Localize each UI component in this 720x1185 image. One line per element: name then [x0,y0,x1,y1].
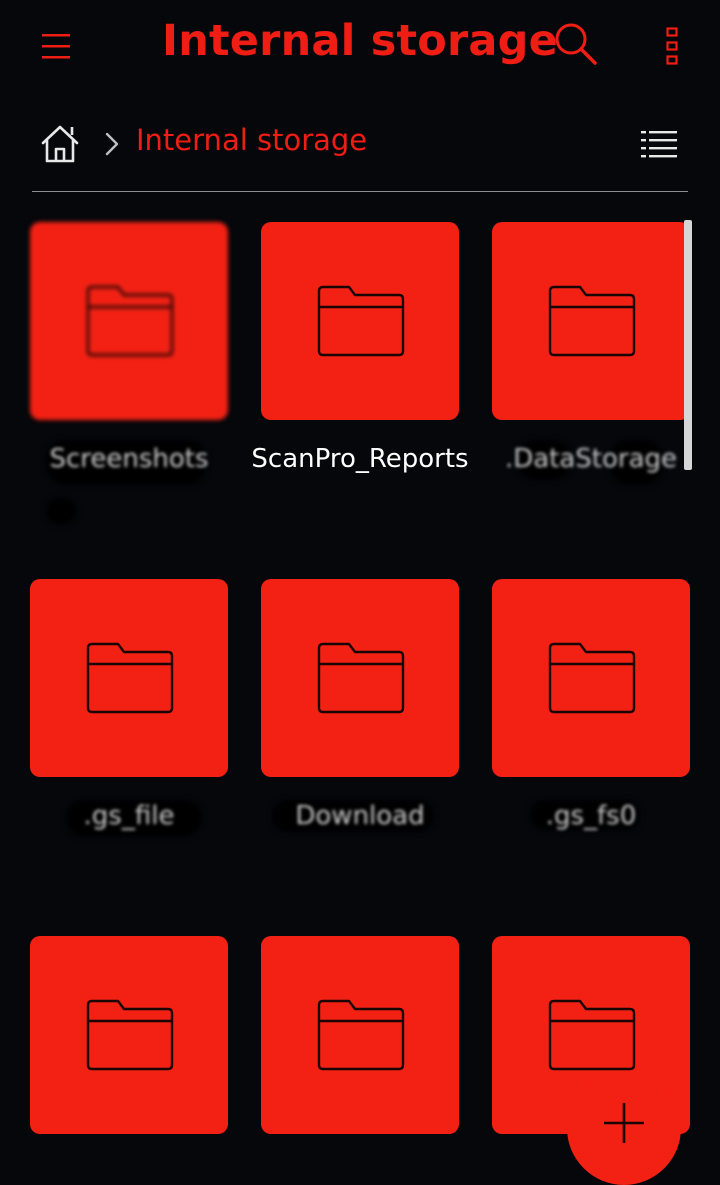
add-icon [604,1103,644,1143]
folder-name: .gs_fs0 [545,801,637,831]
folder-tile[interactable] [30,579,228,777]
folder-name: .DataStorage [504,444,678,474]
folder-name: Download [295,801,425,831]
folder-name: Screenshots [49,444,209,474]
folder-tile[interactable] [492,579,690,777]
folder-icon [317,285,405,357]
folder-icon [548,642,636,714]
folder-tile[interactable] [30,222,228,420]
folder-name: ScanPro_Reports [251,444,469,474]
redaction-mark [46,498,76,524]
folder-grid: Screenshots ScanPro_Reports .DataStorage… [0,0,720,1148]
folder-icon [548,999,636,1071]
folder-tile[interactable] [261,579,459,777]
folder-icon [317,642,405,714]
folder-icon [86,999,174,1071]
folder-icon [548,285,636,357]
folder-name: .gs_file [83,801,175,831]
folder-tile[interactable] [261,936,459,1134]
folder-icon [86,285,174,357]
scrollbar[interactable] [684,220,692,470]
folder-tile[interactable] [492,222,690,420]
folder-tile[interactable] [261,222,459,420]
add-button[interactable] [567,1071,681,1185]
folder-tile[interactable] [30,936,228,1134]
folder-icon [317,999,405,1071]
folder-icon [86,642,174,714]
